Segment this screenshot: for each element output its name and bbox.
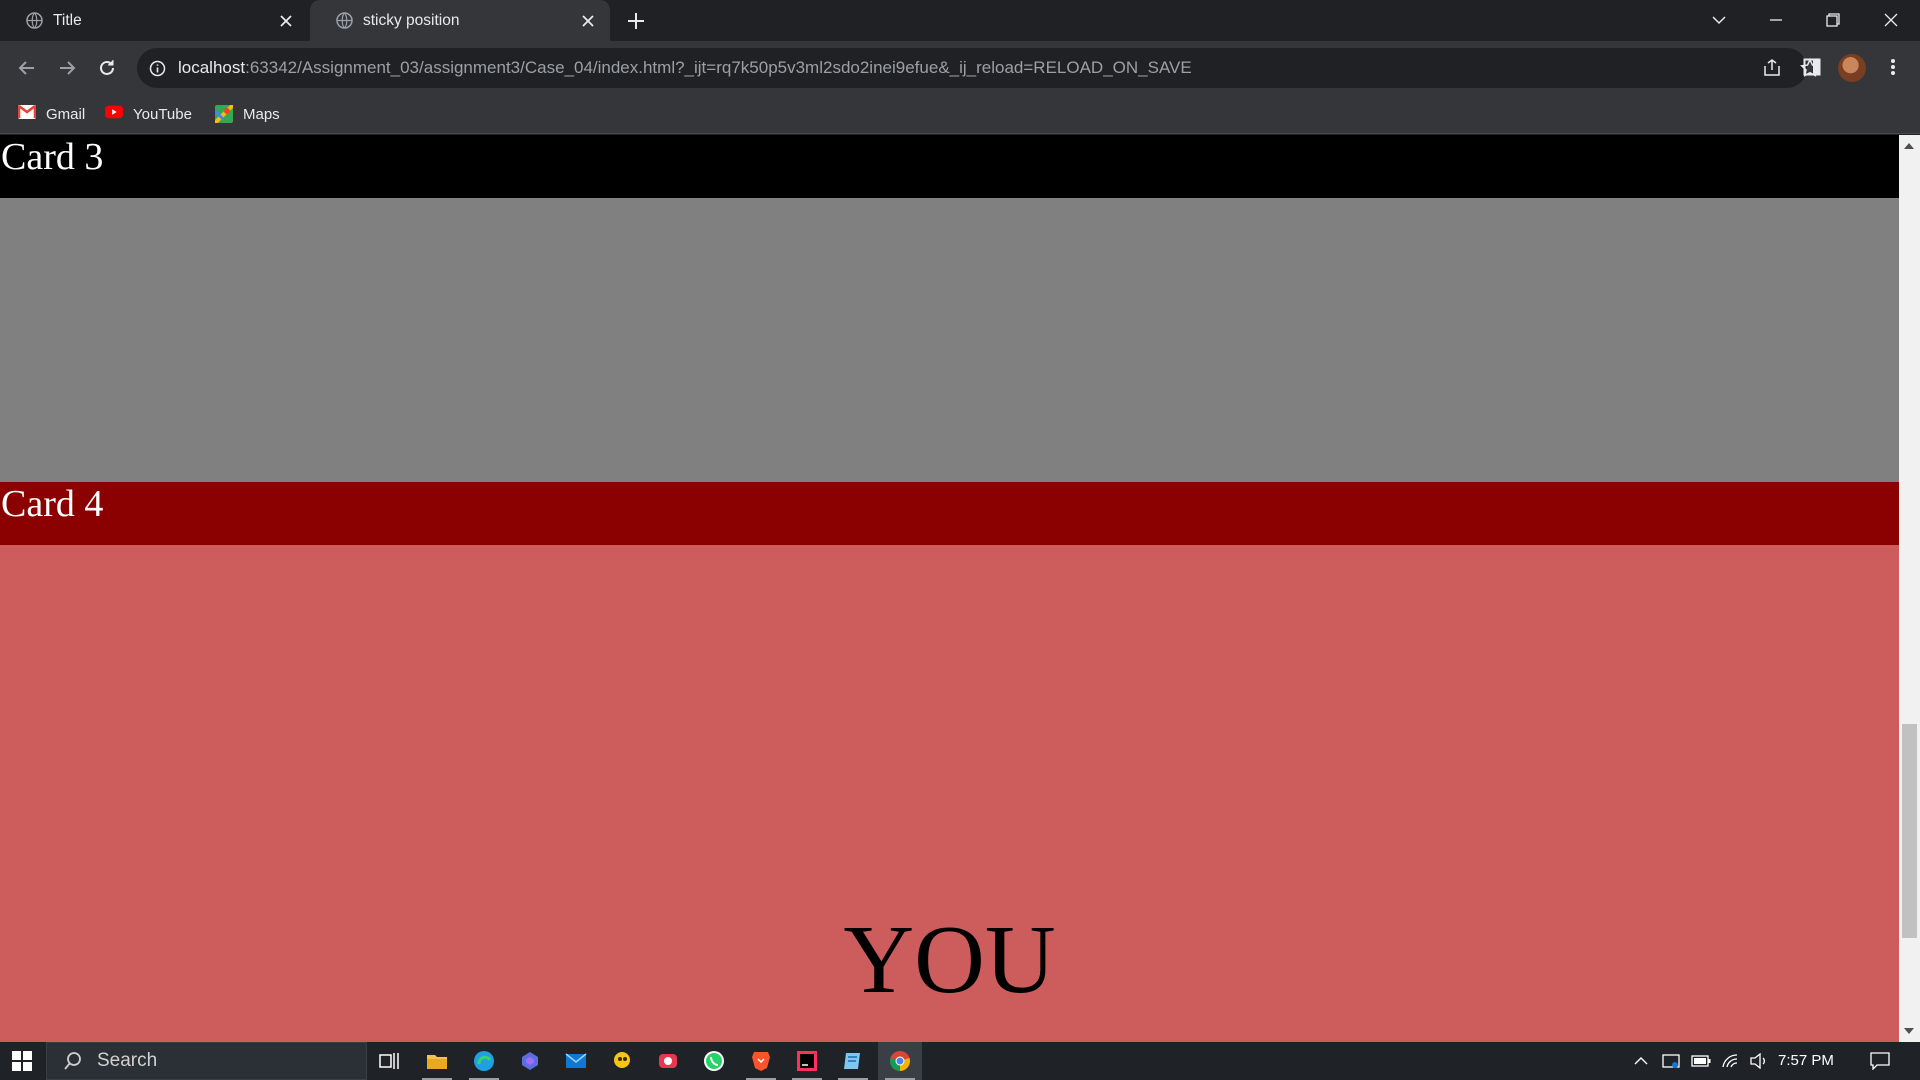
file-explorer-icon[interactable] xyxy=(415,1042,459,1080)
restore-icon[interactable] xyxy=(1820,7,1846,33)
page-scrollbar[interactable] xyxy=(1899,135,1920,1042)
close-window-icon[interactable] xyxy=(1878,7,1904,33)
reload-icon[interactable] xyxy=(94,55,120,81)
close-icon[interactable] xyxy=(579,12,596,29)
bookmark-gmail[interactable]: Gmail xyxy=(18,105,85,123)
card-3-header: Card 3 xyxy=(0,135,1899,198)
globe-icon xyxy=(336,12,353,29)
mail-icon[interactable] xyxy=(554,1042,598,1080)
bookmarks-bar: Gmail YouTube Maps xyxy=(0,96,1920,134)
card-3-body xyxy=(0,198,1899,482)
volume-icon[interactable] xyxy=(1748,1042,1770,1080)
youtube-icon xyxy=(105,105,123,123)
brave-icon[interactable] xyxy=(739,1042,783,1080)
task-view-icon[interactable] xyxy=(368,1042,412,1080)
maps-icon xyxy=(215,105,233,123)
windows-start-icon[interactable] xyxy=(0,1042,44,1080)
card-4-header: Card 4 xyxy=(0,482,1899,545)
bookmark-label: Maps xyxy=(243,105,280,123)
you-text: YOU xyxy=(843,906,1056,1014)
search-icon xyxy=(63,1051,83,1071)
notepad-icon[interactable] xyxy=(831,1042,875,1080)
battery-icon[interactable] xyxy=(1690,1042,1712,1080)
url-host: localhost xyxy=(178,58,246,77)
site-info-icon[interactable] xyxy=(149,60,166,77)
browser-toolbar: localhost:63342/Assignment_03/assignment… xyxy=(0,41,1920,96)
forward-arrow-icon[interactable] xyxy=(54,55,80,81)
copilot-icon[interactable] xyxy=(508,1042,552,1080)
tab-sticky-position[interactable]: sticky position xyxy=(310,0,610,41)
intellij-icon[interactable] xyxy=(785,1042,829,1080)
tab-search-chevron-icon[interactable] xyxy=(1706,7,1732,33)
scroll-down-arrow-icon[interactable] xyxy=(1904,1028,1914,1034)
edge-icon[interactable] xyxy=(462,1042,506,1080)
search-placeholder: Search xyxy=(97,1050,158,1071)
close-icon[interactable] xyxy=(277,12,294,29)
url-path: :63342/Assignment_03/assignment3/Case_04… xyxy=(245,58,1192,77)
trophy-app-icon[interactable] xyxy=(600,1042,644,1080)
menu-kebab-icon[interactable] xyxy=(1881,55,1905,79)
taskbar-search-box[interactable]: Search xyxy=(46,1042,367,1080)
globe-icon xyxy=(26,12,43,29)
tab-strip: Title sticky position xyxy=(0,0,1920,41)
notification-center-icon[interactable] xyxy=(1868,1042,1892,1080)
chevron-up-icon[interactable] xyxy=(1630,1042,1652,1080)
scrollbar-thumb[interactable] xyxy=(1902,724,1917,938)
back-arrow-icon[interactable] xyxy=(14,55,40,81)
windows-taskbar: Search 7:57 PM xyxy=(0,1042,1920,1080)
share-icon[interactable] xyxy=(1762,58,1782,78)
profile-avatar[interactable] xyxy=(1838,54,1866,82)
bookmark-youtube[interactable]: YouTube xyxy=(105,105,192,123)
scroll-up-arrow-icon[interactable] xyxy=(1904,143,1914,149)
meet-now-icon[interactable] xyxy=(1660,1042,1682,1080)
chrome-icon[interactable] xyxy=(878,1042,922,1080)
bookmark-maps[interactable]: Maps xyxy=(215,105,280,123)
minimize-icon[interactable] xyxy=(1763,7,1789,33)
tab-title[interactable]: Title xyxy=(0,0,308,41)
url-text: localhost:63342/Assignment_03/assignment… xyxy=(178,58,1192,78)
wifi-icon[interactable] xyxy=(1720,1042,1742,1080)
tab-label: sticky position xyxy=(363,11,460,29)
page-viewport: Card 3 Card 4 YOU xyxy=(0,135,1899,1042)
side-panel-icon[interactable] xyxy=(1800,55,1824,79)
gmail-icon xyxy=(18,105,36,123)
recorder-icon[interactable] xyxy=(646,1042,690,1080)
taskbar-clock[interactable]: 7:57 PM xyxy=(1778,1042,1834,1080)
tab-label: Title xyxy=(53,11,82,29)
bookmark-label: Gmail xyxy=(46,105,86,123)
new-tab-button[interactable] xyxy=(625,10,647,32)
whatsapp-icon[interactable] xyxy=(692,1042,736,1080)
bookmark-label: YouTube xyxy=(133,105,192,123)
address-bar[interactable]: localhost:63342/Assignment_03/assignment… xyxy=(137,48,1820,88)
